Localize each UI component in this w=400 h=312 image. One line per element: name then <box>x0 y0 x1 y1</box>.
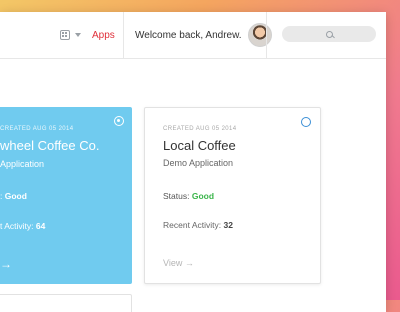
created-date: CREATED AUG 05 2014 <box>0 126 74 132</box>
app-title: Local Coffee <box>163 138 236 153</box>
chevron-down-icon[interactable] <box>75 33 81 37</box>
activity-label: Recent Activity: <box>163 220 224 230</box>
radio-icon[interactable] <box>301 117 311 127</box>
app-window: Apps Welcome back, Andrew. CREATED AUG 0… <box>0 12 386 312</box>
arrow-right-icon[interactable]: → <box>185 258 194 268</box>
app-card-partial[interactable] <box>0 294 132 312</box>
created-date: CREATED AUG 05 2014 <box>163 126 237 132</box>
search-input[interactable] <box>282 26 376 42</box>
app-grid-icon[interactable] <box>60 30 70 40</box>
apps-link[interactable]: Apps <box>92 30 115 41</box>
activity-label: t Activity: <box>0 221 36 231</box>
welcome-text: Welcome back, Andrew. <box>135 29 242 41</box>
view-label[interactable]: View <box>163 258 182 268</box>
selected-radio-icon[interactable] <box>114 116 124 126</box>
status-value: Good <box>191 191 215 201</box>
app-card-selected[interactable]: CREATED AUG 05 2014 wheel Coffee Co. App… <box>0 107 132 284</box>
header-divider <box>123 12 124 58</box>
app-card[interactable]: CREATED AUG 05 2014 Local Coffee Demo Ap… <box>144 107 321 284</box>
app-title: wheel Coffee Co. <box>0 138 100 153</box>
app-subtitle: Application <box>0 159 45 169</box>
status-value: Good <box>4 191 27 201</box>
activity-row: t Activity: 64 <box>0 221 45 231</box>
apps-menu[interactable]: Apps <box>60 12 115 58</box>
top-header: Apps Welcome back, Andrew. <box>0 12 386 59</box>
activity-row: Recent Activity: 32 <box>163 220 233 230</box>
user-greeting[interactable]: Welcome back, Andrew. <box>135 12 272 58</box>
avatar[interactable] <box>247 23 272 47</box>
status-label: Status: <box>163 191 192 201</box>
status-row: : Good <box>0 191 27 201</box>
header-divider <box>266 12 267 58</box>
status-row: Status: Good <box>163 191 214 201</box>
activity-value: 64 <box>35 221 46 231</box>
search-icon[interactable] <box>325 30 333 38</box>
arrow-right-icon[interactable]: → <box>0 257 12 271</box>
activity-value: 32 <box>223 220 233 230</box>
view-link[interactable]: View → <box>163 258 194 268</box>
app-subtitle: Demo Application <box>163 158 234 168</box>
